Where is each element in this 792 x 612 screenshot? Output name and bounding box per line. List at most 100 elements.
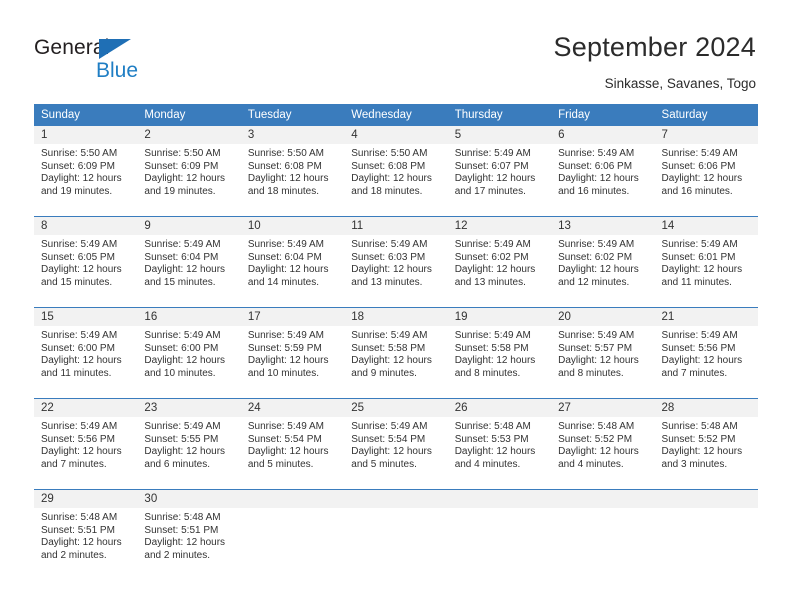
calendar-day-cell[interactable]: 25 Sunrise: 5:49 AM Sunset: 5:54 PM Dayligh… [344,399,448,489]
sunrise-text: Sunrise: 5:48 AM [41,512,118,523]
sunset-text: Sunset: 6:02 PM [454,251,529,263]
sunrise-text: Sunrise: 5:48 AM [558,421,635,432]
logo-triangle-icon [99,39,131,59]
calendar-page: General Blue September 2024 Sinkasse, Sa… [0,0,792,612]
calendar-day-cell[interactable]: 22 Sunrise: 5:49 AM Sunset: 5:56 PM Dayligh… [34,399,138,489]
day-number: 5 [447,126,552,144]
calendar-day-cell[interactable]: 27 Sunrise: 5:48 AM Sunset: 5:52 PM Dayligh… [551,399,655,489]
daylight-text-line2: and 5 minutes. [351,458,417,470]
sunrise-text: Sunrise: 5:50 AM [247,148,324,159]
calendar-day-cell[interactable]: 20 Sunrise: 5:49 AM Sunset: 5:57 PM Dayligh… [551,308,655,398]
calendar-day-cell[interactable]: 8 Sunrise: 5:49 AM Sunset: 6:05 PM Daylight… [34,217,138,307]
day-number: 6 [551,126,655,144]
daylight-text-line1: Daylight: 12 hours [558,355,639,367]
daylight-text-line2: and 13 minutes. [351,276,423,288]
day-details: Sunrise: 5:49 AM Sunset: 6:06 PM Daylight:… [551,144,654,198]
calendar-day-cell[interactable]: 4 Sunrise: 5:50 AM Sunset: 6:08 PM Daylight… [344,126,448,216]
daylight-text-line1: Daylight: 12 hours [144,537,226,549]
calendar-day-cell[interactable]: 24 Sunrise: 5:49 AM Sunset: 5:54 PM Dayligh… [240,399,345,489]
calendar-day-cell[interactable]: 6 Sunrise: 5:49 AM Sunset: 6:06 PM Daylight… [551,126,655,216]
page-title: September 2024 [553,32,756,62]
calendar-day-cell[interactable]: 5 Sunrise: 5:49 AM Sunset: 6:07 PM Daylight… [447,126,552,216]
daylight-text-line2: and 15 minutes. [144,276,216,288]
sunset-text: Sunset: 5:52 PM [558,433,633,445]
calendar-day-cell[interactable]: 3 Sunrise: 5:50 AM Sunset: 6:08 PM Daylight… [240,126,345,216]
day-details: Sunrise: 5:49 AM Sunset: 5:54 PM Daylight:… [241,417,344,471]
daylight-text-line1: Daylight: 12 hours [661,355,743,367]
daylight-text-line1: Daylight: 12 hours [661,446,743,458]
daylight-text-line2: and 19 minutes. [41,185,113,197]
calendar-day-cell[interactable]: 28 Sunrise: 5:48 AM Sunset: 5:52 PM Dayligh… [654,399,758,489]
sunset-text: Sunset: 5:56 PM [661,342,736,354]
day-details: Sunrise: 5:48 AM Sunset: 5:51 PM Daylight:… [137,508,240,562]
calendar-day-cell[interactable]: 16 Sunrise: 5:49 AM Sunset: 6:00 PM Dayligh… [137,308,241,398]
day-number: 20 [551,308,655,326]
calendar-day-cell[interactable]: 2 Sunrise: 5:50 AM Sunset: 6:09 PM Daylight… [137,126,241,216]
calendar-day-cell-empty [551,490,655,580]
calendar-day-cell[interactable]: 18 Sunrise: 5:49 AM Sunset: 5:58 PM Dayligh… [344,308,448,398]
calendar-day-cell-empty [447,490,552,580]
sunrise-text: Sunrise: 5:49 AM [144,239,221,250]
calendar-week-row: 22 Sunrise: 5:49 AM Sunset: 5:56 PM Dayligh… [34,399,758,489]
sunset-text: Sunset: 6:03 PM [351,251,426,263]
day-number: 14 [654,217,758,235]
day-number: 30 [137,490,241,508]
calendar-day-cell[interactable]: 1 Sunrise: 5:50 AM Sunset: 6:09 PM Daylight… [34,126,138,216]
page-header: General Blue September 2024 Sinkasse, Sa… [0,0,792,100]
day-details: Sunrise: 5:50 AM Sunset: 6:08 PM Daylight:… [344,144,447,198]
calendar-day-cell[interactable]: 17 Sunrise: 5:49 AM Sunset: 5:59 PM Dayligh… [240,308,345,398]
weekday-header-saturday: Saturday [654,104,758,126]
sunset-text: Sunset: 6:09 PM [144,160,219,172]
calendar-day-cell[interactable]: 29 Sunrise: 5:48 AM Sunset: 5:51 PM Dayligh… [34,490,138,580]
sunrise-text: Sunrise: 5:49 AM [558,330,635,341]
day-number: 23 [137,399,241,417]
day-details: Sunrise: 5:49 AM Sunset: 5:56 PM Daylight:… [34,417,137,471]
logo-text-blue: Blue [96,59,139,82]
day-number: 21 [654,308,758,326]
sunset-text: Sunset: 5:54 PM [247,433,322,445]
sunrise-text: Sunrise: 5:50 AM [351,148,428,159]
day-number: 15 [34,308,138,326]
calendar-day-cell[interactable]: 30 Sunrise: 5:48 AM Sunset: 5:51 PM Dayligh… [137,490,241,580]
sunrise-text: Sunrise: 5:48 AM [454,421,531,432]
day-details: Sunrise: 5:49 AM Sunset: 6:03 PM Daylight:… [344,235,447,289]
daylight-text-line2: and 12 minutes. [558,276,630,288]
calendar-day-cell-empty [654,490,758,580]
day-number: 27 [551,399,655,417]
day-details: Sunrise: 5:49 AM Sunset: 5:54 PM Daylight:… [344,417,447,471]
sunrise-text: Sunrise: 5:49 AM [454,239,531,250]
day-details: Sunrise: 5:49 AM Sunset: 6:01 PM Daylight:… [655,235,758,289]
calendar-day-cell[interactable]: 12 Sunrise: 5:49 AM Sunset: 6:02 PM Dayligh… [447,217,552,307]
calendar-day-cell[interactable]: 7 Sunrise: 5:49 AM Sunset: 6:06 PM Daylight… [654,126,758,216]
day-details: Sunrise: 5:50 AM Sunset: 6:08 PM Daylight:… [241,144,344,198]
day-details: Sunrise: 5:49 AM Sunset: 5:56 PM Daylight:… [655,326,758,380]
sunrise-text: Sunrise: 5:50 AM [41,148,118,159]
calendar-day-cell[interactable]: 21 Sunrise: 5:49 AM Sunset: 5:56 PM Dayligh… [654,308,758,398]
sunset-text: Sunset: 5:55 PM [144,433,219,445]
day-details: Sunrise: 5:50 AM Sunset: 6:09 PM Daylight:… [34,144,137,198]
sunset-text: Sunset: 5:56 PM [41,433,115,445]
calendar-day-cell[interactable]: 9 Sunrise: 5:49 AM Sunset: 6:04 PM Daylight… [137,217,241,307]
daylight-text-line1: Daylight: 12 hours [351,173,432,185]
day-details: Sunrise: 5:49 AM Sunset: 6:07 PM Daylight:… [448,144,551,198]
day-number: 7 [654,126,758,144]
day-details: Sunrise: 5:49 AM Sunset: 5:59 PM Daylight:… [241,326,344,380]
calendar-day-cell[interactable]: 26 Sunrise: 5:48 AM Sunset: 5:53 PM Dayligh… [447,399,552,489]
calendar-day-cell[interactable]: 19 Sunrise: 5:49 AM Sunset: 5:58 PM Dayligh… [447,308,552,398]
calendar-week-row: 15 Sunrise: 5:49 AM Sunset: 6:00 PM Dayligh… [34,308,758,398]
calendar-day-cell[interactable]: 13 Sunrise: 5:49 AM Sunset: 6:02 PM Dayligh… [551,217,655,307]
calendar-day-cell[interactable]: 10 Sunrise: 5:49 AM Sunset: 6:04 PM Dayligh… [240,217,345,307]
calendar-day-cell[interactable]: 14 Sunrise: 5:49 AM Sunset: 6:01 PM Dayligh… [654,217,758,307]
sunset-text: Sunset: 5:57 PM [558,342,633,354]
calendar-day-cell[interactable]: 23 Sunrise: 5:49 AM Sunset: 5:55 PM Dayligh… [137,399,241,489]
weekday-header-row: Sunday Monday Tuesday Wednesday Thursday… [34,104,758,126]
daylight-text-line2: and 18 minutes. [351,185,423,197]
calendar-day-cell[interactable]: 15 Sunrise: 5:49 AM Sunset: 6:00 PM Dayligh… [34,308,138,398]
calendar-day-cell[interactable]: 11 Sunrise: 5:49 AM Sunset: 6:03 PM Dayligh… [344,217,448,307]
weekday-header-thursday: Thursday [447,104,552,126]
calendar-day-cell-empty [344,490,448,580]
sunrise-text: Sunrise: 5:49 AM [661,148,738,159]
day-details: Sunrise: 5:50 AM Sunset: 6:09 PM Daylight:… [137,144,240,198]
general-blue-logo[interactable]: General Blue [34,36,164,86]
weekday-header-tuesday: Tuesday [240,104,345,126]
